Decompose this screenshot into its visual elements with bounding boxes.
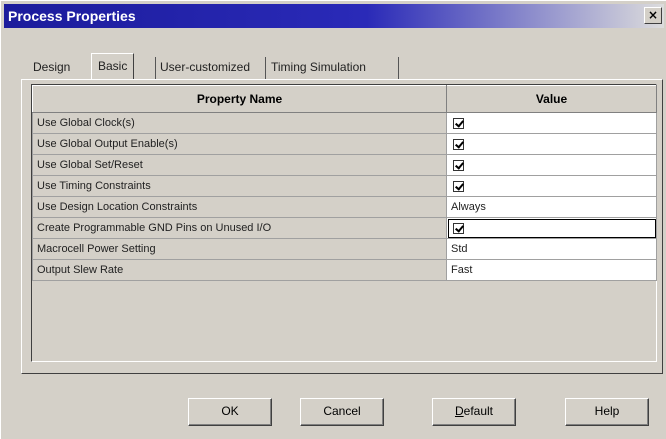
- property-value-cell[interactable]: Fast: [446, 259, 657, 281]
- cancel-button[interactable]: Cancel: [300, 398, 384, 426]
- checkbox-checked-icon[interactable]: [453, 181, 464, 192]
- property-value-cell[interactable]: [446, 112, 657, 134]
- help-button[interactable]: Help: [565, 398, 649, 426]
- tab-basic[interactable]: Basic: [91, 53, 135, 79]
- property-value-cell[interactable]: [446, 133, 657, 155]
- process-properties-dialog: Process Properties × Design Basic User-c…: [0, 0, 666, 439]
- tab-design[interactable]: Design: [33, 57, 70, 79]
- tab-timing-simulation[interactable]: Timing Simulation: [271, 57, 366, 79]
- property-grid: Property Name Value Use Global Clock(s) U…: [31, 84, 657, 362]
- default-button-mnemonic: D: [454, 404, 464, 418]
- table-row[interactable]: Use Global Output Enable(s): [32, 133, 657, 155]
- property-name-cell: Output Slew Rate: [32, 259, 447, 281]
- dialog-title: Process Properties: [8, 8, 136, 24]
- checkbox-checked-icon[interactable]: [453, 118, 464, 129]
- checkbox-checked-icon[interactable]: [453, 223, 464, 234]
- checkbox-checked-icon[interactable]: [453, 139, 464, 150]
- tab-separator: [265, 57, 266, 79]
- column-header-value[interactable]: Value: [446, 85, 657, 113]
- property-name-cell: Create Programmable GND Pins on Unused I…: [32, 217, 447, 239]
- property-name-cell: Use Global Output Enable(s): [32, 133, 447, 155]
- property-name-cell: Use Timing Constraints: [32, 175, 447, 197]
- property-value-cell[interactable]: Std: [446, 238, 657, 260]
- property-name-cell: Use Design Location Constraints: [32, 196, 447, 218]
- property-value-cell[interactable]: [446, 175, 657, 197]
- table-row[interactable]: Output Slew Rate Fast: [32, 259, 657, 281]
- column-header-property-name[interactable]: Property Name: [32, 85, 447, 113]
- table-row[interactable]: Use Global Set/Reset: [32, 154, 657, 176]
- default-button-label: efault: [463, 404, 494, 418]
- title-bar[interactable]: Process Properties ×: [4, 4, 664, 28]
- default-button[interactable]: Default: [432, 398, 516, 426]
- table-row[interactable]: Macrocell Power Setting Std: [32, 238, 657, 260]
- property-name-cell: Use Global Set/Reset: [32, 154, 447, 176]
- tab-separator: [155, 57, 156, 79]
- table-row[interactable]: Create Programmable GND Pins on Unused I…: [32, 217, 657, 239]
- tab-separator: [398, 57, 399, 79]
- table-row[interactable]: Use Design Location Constraints Always: [32, 196, 657, 218]
- property-value-cell[interactable]: [446, 217, 657, 239]
- close-button[interactable]: ×: [644, 7, 662, 24]
- property-table: Property Name Value Use Global Clock(s) U…: [32, 85, 657, 281]
- property-value-cell[interactable]: [446, 154, 657, 176]
- ok-button[interactable]: OK: [188, 398, 272, 426]
- table-row[interactable]: Use Timing Constraints: [32, 175, 657, 197]
- table-row[interactable]: Use Global Clock(s): [32, 112, 657, 134]
- property-name-cell: Use Global Clock(s): [32, 112, 447, 134]
- tab-user-customized[interactable]: User-customized: [160, 57, 250, 79]
- property-value-cell[interactable]: Always: [446, 196, 657, 218]
- checkbox-checked-icon[interactable]: [453, 160, 464, 171]
- property-name-cell: Macrocell Power Setting: [32, 238, 447, 260]
